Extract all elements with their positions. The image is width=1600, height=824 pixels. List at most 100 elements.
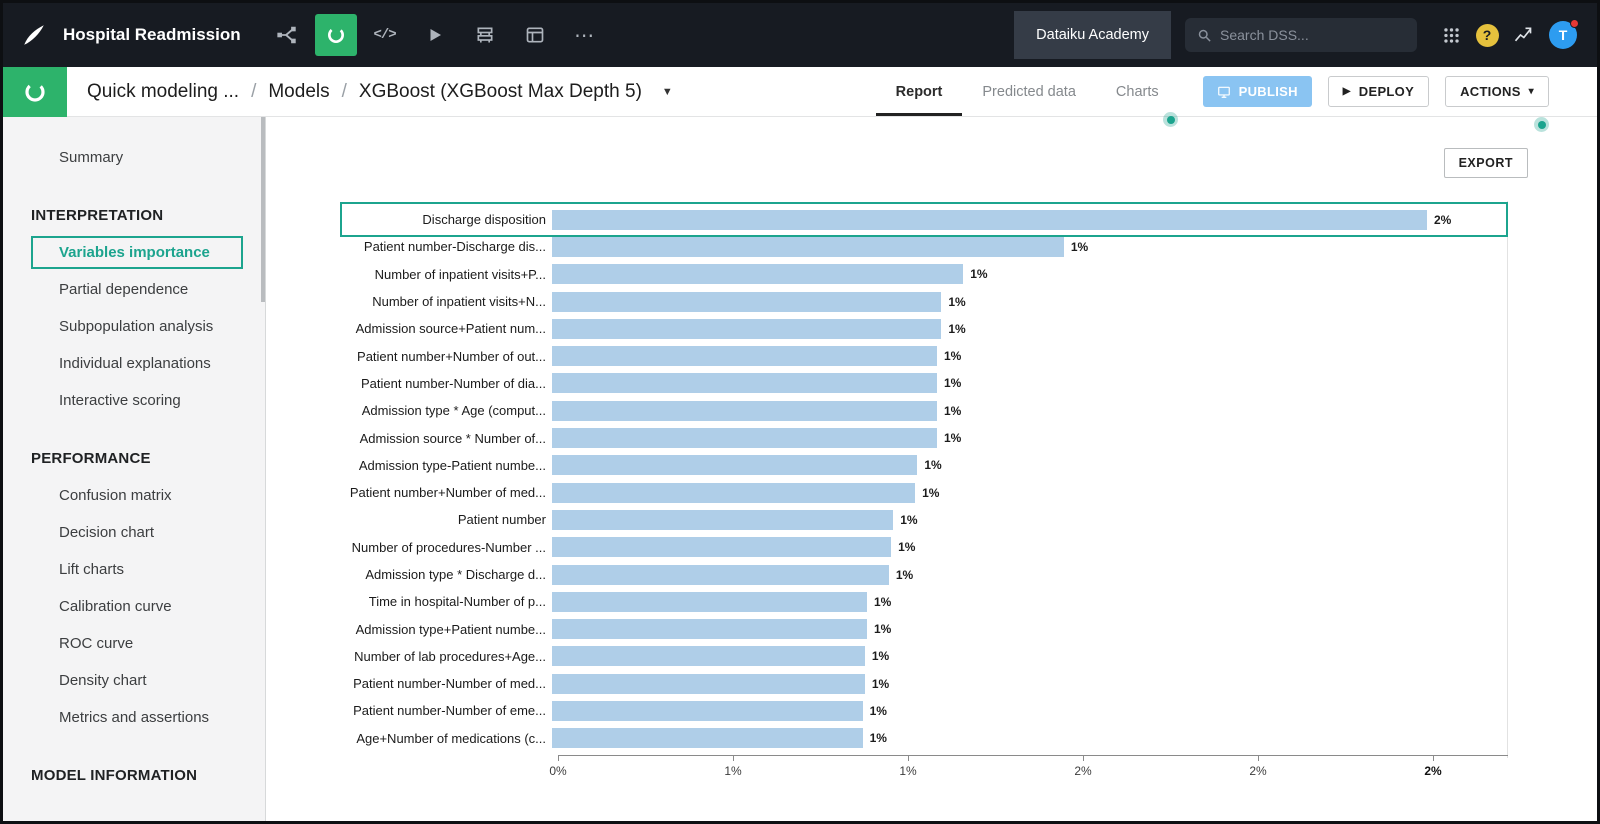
help-icon[interactable]: ?	[1469, 17, 1505, 53]
breadcrumb-models[interactable]: Models	[268, 81, 329, 103]
sidebar-item-density-chart[interactable]: Density chart	[3, 662, 265, 699]
chart-row[interactable]: Admission type+Patient numbe... 1%	[266, 615, 1508, 642]
report-content: EXPORT Discharge disposition 2% Patient nu…	[266, 117, 1597, 821]
breadcrumb-analysis[interactable]: Quick modeling ...	[87, 81, 239, 103]
category-label: Admission type-Patient numbe...	[358, 457, 546, 473]
chart-row[interactable]: Discharge disposition 2%	[266, 201, 1508, 238]
hint-dot-charts[interactable]	[1163, 112, 1178, 127]
chart-row[interactable]: Number of inpatient visits+N... 1%	[266, 288, 1508, 315]
chart-row[interactable]: Patient number 1%	[266, 506, 1508, 533]
importance-bar[interactable]	[552, 318, 942, 339]
deploy-button[interactable]: ▶ DEPLOY	[1327, 76, 1430, 107]
topbar-right: Dataiku Academy ? T	[1014, 11, 1579, 59]
importance-bar[interactable]	[552, 700, 863, 721]
body: Summary INTERPRETATION Variables importanc…	[3, 117, 1597, 821]
importance-bar[interactable]	[552, 509, 894, 530]
notebook-icon[interactable]	[513, 13, 557, 57]
sidebar-item-interactive-scoring[interactable]: Interactive scoring	[3, 382, 265, 419]
chart-row[interactable]: Admission source * Number of... 1%	[266, 424, 1508, 451]
dataiku-logo-icon[interactable]	[19, 20, 49, 50]
chart-row[interactable]: Number of inpatient visits+P... 1%	[266, 261, 1508, 288]
category-label: Number of lab procedures+Age...	[354, 648, 546, 664]
sidebar-scrollbar[interactable]	[261, 117, 265, 302]
chart-row[interactable]: Number of lab procedures+Age... 1%	[266, 643, 1508, 670]
importance-bar[interactable]	[552, 537, 892, 558]
value-label: 1%	[944, 376, 962, 391]
importance-bar[interactable]	[552, 646, 865, 667]
lab-icon[interactable]	[314, 14, 357, 56]
chart-row[interactable]: Age+Number of medications (c... 1%	[266, 725, 1508, 752]
app-window: Hospital Readmission </> ⋯ Dataiku Acade…	[0, 0, 1600, 824]
sidebar: Summary INTERPRETATION Variables importanc…	[3, 117, 266, 821]
analysis-icon[interactable]	[3, 67, 67, 117]
importance-bar[interactable]	[552, 373, 937, 394]
chart-row[interactable]: Admission type * Age (comput... 1%	[266, 397, 1508, 424]
importance-bar[interactable]	[552, 209, 1427, 230]
chart-row[interactable]: Admission type-Patient numbe... 1%	[266, 452, 1508, 479]
apps-grid-icon[interactable]	[1433, 17, 1469, 53]
academy-button[interactable]: Dataiku Academy	[1014, 11, 1171, 59]
avatar[interactable]: T	[1549, 19, 1579, 49]
plot-area: 1%	[552, 509, 1502, 530]
sidebar-item-roc-curve[interactable]: ROC curve	[3, 625, 265, 662]
sidebar-item-lift-charts[interactable]: Lift charts	[3, 551, 265, 588]
sidebar-item-partial-dependence[interactable]: Partial dependence	[3, 271, 265, 308]
chart-row[interactable]: Admission source+Patient num... 1%	[266, 315, 1508, 342]
chart-row[interactable]: Patient number-Discharge dis... 1%	[266, 233, 1508, 260]
jobs-icon[interactable]	[463, 13, 507, 57]
importance-bar[interactable]	[552, 728, 863, 749]
importance-bar[interactable]	[552, 264, 964, 285]
publish-label: PUBLISH	[1238, 84, 1298, 99]
chart-row[interactable]: Admission type * Discharge d... 1%	[266, 561, 1508, 588]
sidebar-item-confusion-matrix[interactable]: Confusion matrix	[3, 477, 265, 514]
chart-row[interactable]: Patient number-Number of dia... 1%	[266, 370, 1508, 397]
importance-bar[interactable]	[552, 591, 867, 612]
chart-row[interactable]: Number of procedures-Number ... 1%	[266, 534, 1508, 561]
publish-button[interactable]: PUBLISH	[1202, 76, 1312, 107]
search-box[interactable]	[1185, 18, 1417, 52]
export-button[interactable]: EXPORT	[1443, 148, 1528, 178]
actions-button[interactable]: ACTIONS ▾	[1445, 76, 1549, 107]
play-icon[interactable]	[413, 13, 457, 57]
importance-bar[interactable]	[552, 236, 1064, 257]
plot-area: 1%	[552, 455, 1502, 476]
chart-row[interactable]: Patient number+Number of med... 1%	[266, 479, 1508, 506]
plot-area: 1%	[552, 646, 1502, 667]
tab-charts[interactable]: Charts	[1096, 67, 1179, 116]
code-icon[interactable]: </>	[363, 13, 407, 57]
plot-area: 1%	[552, 373, 1502, 394]
sidebar-item-decision-chart[interactable]: Decision chart	[3, 514, 265, 551]
sidebar-item-individual-explanations[interactable]: Individual explanations	[3, 345, 265, 382]
breadcrumb-model-name[interactable]: XGBoost (XGBoost Max Depth 5)	[359, 81, 642, 103]
importance-bar[interactable]	[552, 346, 937, 367]
project-title[interactable]: Hospital Readmission	[63, 25, 241, 45]
header-buttons: PUBLISH ▶ DEPLOY ACTIONS ▾	[1202, 67, 1549, 116]
trend-icon[interactable]	[1505, 17, 1541, 53]
sidebar-item-metrics-and-assertions[interactable]: Metrics and assertions	[3, 699, 265, 736]
more-icon[interactable]: ⋯	[563, 13, 607, 57]
importance-bar[interactable]	[552, 455, 918, 476]
importance-bar[interactable]	[552, 564, 889, 585]
tab-report[interactable]: Report	[875, 67, 963, 116]
flow-icon[interactable]	[265, 13, 309, 57]
hint-dot-right[interactable]	[1534, 117, 1549, 132]
sidebar-item-calibration-curve[interactable]: Calibration curve	[3, 588, 265, 625]
x-tick-mark	[558, 755, 559, 761]
tab-predicted-data[interactable]: Predicted data	[962, 67, 1096, 116]
chevron-down-icon[interactable]: ▼	[662, 86, 673, 98]
importance-bar[interactable]	[552, 482, 916, 503]
importance-bar[interactable]	[552, 400, 937, 421]
sidebar-item-variables-importance[interactable]: Variables importance	[31, 236, 243, 269]
sidebar-item-subpopulation-analysis[interactable]: Subpopulation analysis	[3, 308, 265, 345]
importance-bar[interactable]	[552, 291, 942, 312]
search-input[interactable]	[1220, 27, 1380, 43]
importance-bar[interactable]	[552, 619, 867, 640]
sidebar-item-summary[interactable]: Summary	[3, 139, 265, 176]
chart-row[interactable]: Time in hospital-Number of p... 1%	[266, 588, 1508, 615]
importance-bar[interactable]	[552, 428, 937, 449]
chart-row[interactable]: Patient number-Number of med... 1%	[266, 670, 1508, 697]
chart-row[interactable]: Patient number+Number of out... 1%	[266, 342, 1508, 369]
importance-bar[interactable]	[552, 673, 865, 694]
chart-row[interactable]: Patient number-Number of eme... 1%	[266, 697, 1508, 724]
plot-area: 1%	[552, 564, 1502, 585]
